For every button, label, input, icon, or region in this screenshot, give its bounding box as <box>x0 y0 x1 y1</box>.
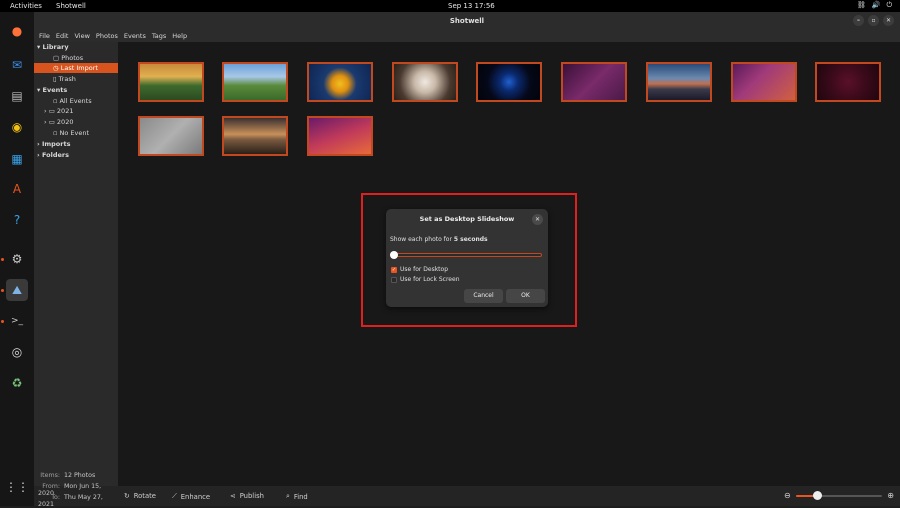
dock: ● ✉ ▤ ◉ ▦ A ? ⚙ ⛰ >_ ◎ ♻ ⋮⋮ <box>0 12 34 506</box>
system-tray[interactable]: ⛓ 🔊 ⏻ <box>857 1 892 10</box>
minimize-button[interactable]: – <box>853 15 864 26</box>
running-indicator <box>1 320 4 323</box>
sidebar-item-no-event[interactable]: ▫ No Event <box>34 128 118 138</box>
clock[interactable]: Sep 13 17:56 <box>448 2 495 10</box>
publish-button[interactable]: ⋖ Publish <box>230 492 264 500</box>
bottom-toolbar: ↻ Rotate ⟋ Enhance ⋖ Publish ⌕ Find ⊖ ⊕ <box>118 486 900 506</box>
software-icon[interactable]: A <box>6 178 28 200</box>
photo-thumbnail[interactable] <box>307 62 373 102</box>
sidebar-item-all-events[interactable]: ▫ All Events <box>34 96 118 106</box>
sidebar-library[interactable]: ▾ Library <box>34 42 118 52</box>
firefox-icon[interactable]: ● <box>6 20 28 42</box>
photo-thumbnail[interactable] <box>646 62 712 102</box>
slideshow-dialog: Set as Desktop Slideshow ✕ Show each pho… <box>386 209 548 307</box>
shotwell-icon[interactable]: ⛰ <box>6 279 28 301</box>
settings-icon[interactable]: ⚙ <box>6 248 28 270</box>
volume-icon: 🔊 <box>871 1 881 9</box>
photo-thumbnail[interactable] <box>138 62 204 102</box>
meta-items: Items: 12 Photos <box>40 472 96 479</box>
writer-icon[interactable]: ▦ <box>6 148 28 170</box>
photo-thumbnail[interactable] <box>222 116 288 156</box>
zoom-in-icon[interactable]: ⊕ <box>887 491 894 500</box>
sidebar-imports[interactable]: › Imports <box>34 139 118 149</box>
photo-thumbnail[interactable] <box>476 62 542 102</box>
sidebar-item-last-import[interactable]: ◷ Last Import <box>34 63 118 73</box>
menu-tags[interactable]: Tags <box>152 32 166 40</box>
photo-thumbnail[interactable] <box>392 62 458 102</box>
share-icon: ⋖ <box>230 492 236 500</box>
thunderbird-icon[interactable]: ✉ <box>6 54 28 76</box>
dialog-close-icon[interactable]: ✕ <box>532 214 543 225</box>
disc-icon[interactable]: ◎ <box>6 341 28 363</box>
menu-events[interactable]: Events <box>124 32 146 40</box>
find-button[interactable]: ⌕ Find <box>286 492 308 501</box>
enhance-icon: ⟋ <box>172 492 177 500</box>
zoom-out-icon[interactable]: ⊖ <box>784 491 791 500</box>
files-icon[interactable]: ▤ <box>6 85 28 107</box>
folder-icon: ▭ <box>48 107 55 115</box>
network-icon: ⛓ <box>856 1 866 9</box>
running-indicator <box>1 289 4 292</box>
menu-file[interactable]: File <box>39 32 50 40</box>
rotate-icon: ↻ <box>124 492 130 500</box>
trash-icon[interactable]: ♻ <box>6 372 28 394</box>
photo-thumbnail[interactable] <box>138 116 204 156</box>
photo-thumbnail[interactable] <box>307 116 373 156</box>
no-event-icon: ▫ <box>53 129 58 137</box>
use-desktop-checkbox[interactable]: ✓ Use for Desktop <box>391 266 448 273</box>
menu-edit[interactable]: Edit <box>56 32 69 40</box>
sidebar: ▾ Library ▢ Photos ◷ Last Import ▯ Trash… <box>34 42 118 508</box>
app-menu[interactable]: Shotwell <box>56 2 86 10</box>
photos-icon: ▢ <box>53 54 60 62</box>
checkbox-checked-icon: ✓ <box>391 266 397 273</box>
sidebar-item-photos[interactable]: ▢ Photos <box>34 53 118 63</box>
photo-thumbnail[interactable] <box>222 62 288 102</box>
menu-photos[interactable]: Photos <box>96 32 118 40</box>
rhythmbox-icon[interactable]: ◉ <box>6 116 28 138</box>
enhance-button[interactable]: ⟋ Enhance <box>172 492 210 501</box>
trash-small-icon: ▯ <box>53 75 57 83</box>
zoom-slider[interactable]: ⊖ ⊕ <box>784 491 894 501</box>
sidebar-item-trash[interactable]: ▯ Trash <box>34 74 118 84</box>
running-indicator <box>1 258 4 261</box>
interval-label: Show each photo for 5 seconds <box>390 236 488 243</box>
terminal-icon[interactable]: >_ <box>6 310 28 332</box>
events-icon: ▫ <box>53 97 58 105</box>
photo-thumbnail[interactable] <box>731 62 797 102</box>
maximize-button[interactable]: ▫ <box>868 15 879 26</box>
search-icon: ⌕ <box>286 492 290 500</box>
help-icon[interactable]: ? <box>6 209 28 231</box>
dialog-title: Set as Desktop Slideshow <box>419 215 515 223</box>
sidebar-item-2020[interactable]: › ▭ 2020 <box>34 117 118 127</box>
photo-thumbnail[interactable] <box>815 62 881 102</box>
folder-icon: ▭ <box>48 118 55 126</box>
close-button[interactable]: ✕ <box>883 15 894 26</box>
sidebar-item-2021[interactable]: › ▭ 2021 <box>34 106 118 116</box>
power-icon: ⏻ <box>886 1 892 9</box>
title-bar[interactable]: Shotwell – ▫ ✕ <box>34 12 900 30</box>
interval-slider[interactable] <box>390 251 542 259</box>
rotate-button[interactable]: ↻ Rotate <box>124 492 156 500</box>
sidebar-folders[interactable]: › Folders <box>34 150 118 160</box>
menu-help[interactable]: Help <box>172 32 187 40</box>
top-bar: Activities Shotwell Sep 13 17:56 ⛓ 🔊 ⏻ <box>0 0 900 12</box>
activities-button[interactable]: Activities <box>10 2 42 10</box>
slider-handle[interactable] <box>390 251 398 259</box>
app-grid-icon[interactable]: ⋮⋮ <box>5 476 29 498</box>
checkbox-unchecked-icon <box>391 276 397 283</box>
zoom-handle[interactable] <box>813 491 822 500</box>
menu-bar: File Edit View Photos Events Tags Help <box>34 30 900 42</box>
menu-view[interactable]: View <box>74 32 89 40</box>
clock-icon: ◷ <box>53 64 59 72</box>
use-lock-screen-checkbox[interactable]: Use for Lock Screen <box>391 276 460 283</box>
ok-button[interactable]: OK <box>506 289 545 303</box>
photo-thumbnail[interactable] <box>561 62 627 102</box>
window-title: Shotwell <box>449 17 485 25</box>
sidebar-events[interactable]: ▾ Events <box>34 85 118 95</box>
cancel-button[interactable]: Cancel <box>464 289 503 303</box>
slider-track <box>390 253 542 257</box>
